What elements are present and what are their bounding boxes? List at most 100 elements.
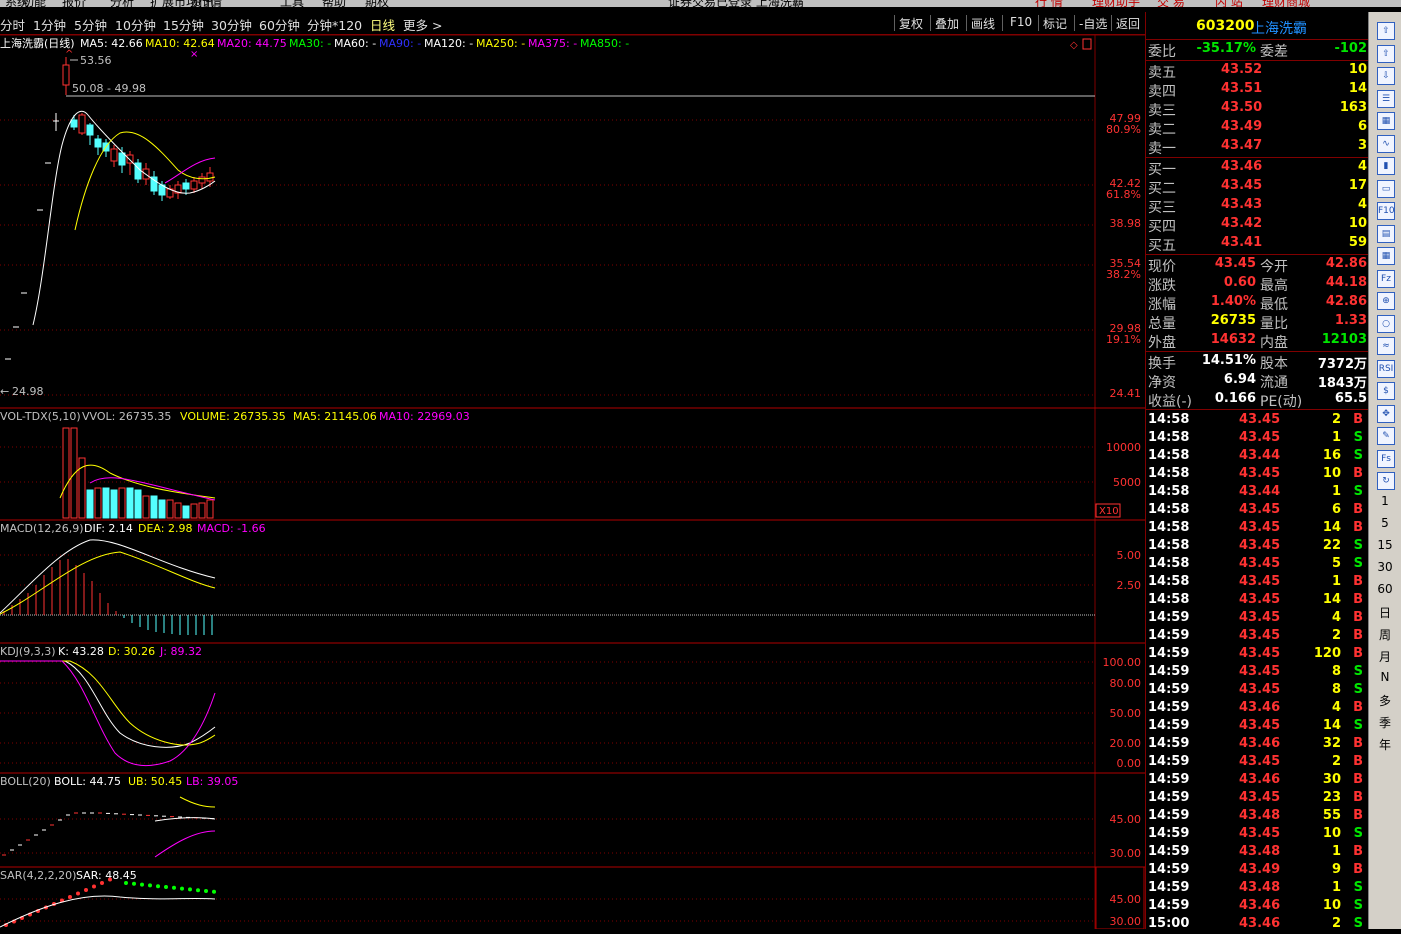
top-right-button[interactable]: 理财助手 [1092,0,1140,7]
toolbar-button[interactable]: F10 [1010,15,1032,29]
tick-volume: 14 [1322,520,1341,535]
down-arrow-icon[interactable]: ⇩ [1377,67,1395,85]
tick-volume: 10 [1322,898,1341,913]
tick-row: 14:58 43.44 16 S [1146,448,1369,466]
top-right-button[interactable]: 理财商城 [1262,0,1310,7]
sell-row[interactable]: 卖四 43.51 14 [1146,81,1369,100]
menu-item[interactable]: 功能 [22,0,46,7]
fz-icon[interactable]: Fz [1377,269,1395,288]
f10-icon[interactable]: F10 [1377,202,1395,220]
period-shortcut-button[interactable]: 日 [1374,604,1396,622]
stat-label: 收益(-) [1148,394,1192,410]
move-icon[interactable]: ✥ [1377,404,1395,423]
menu-item[interactable]: 分析 [110,0,134,7]
line-chart-icon[interactable]: ∿ [1377,134,1395,153]
sar-panel-title: SAR(4,2,2,20) [0,869,76,882]
menu-item[interactable]: 资讯 [190,0,214,7]
list-icon[interactable]: ☰ [1377,89,1395,108]
boll-ub-line [179,796,216,808]
top-right-button[interactable]: 交 易 [1157,0,1185,7]
tick-time: 14:59 [1148,862,1190,877]
book-label: 买三 [1148,200,1176,216]
tick-side: S [1353,898,1363,913]
period-shortcut-button[interactable]: 60 [1374,582,1396,600]
buy-row[interactable]: 买四 43.42 10 [1146,216,1369,235]
pct-axis-label: 80.9% [1106,123,1141,136]
fs-icon[interactable]: Fs [1377,449,1395,468]
period-tab[interactable]: 更多 > [403,15,442,34]
tick-side: S [1353,538,1363,553]
toolbar-button[interactable]: -自选 [1079,15,1107,32]
window-icon[interactable]: ▭ [1377,179,1395,198]
period-tab[interactable]: 日线 [370,15,395,34]
tick-price: 43.46 [1239,898,1281,913]
tick-volume: 9 [1331,862,1341,877]
buy-row[interactable]: 买二 43.45 17 [1146,178,1369,197]
toolbar-button[interactable]: 返回 [1116,15,1140,32]
calendar-icon[interactable]: ▦ [1377,247,1395,265]
tick-time: 14:58 [1148,502,1190,517]
period-shortcut-button[interactable]: 年 [1374,736,1396,754]
period-tab[interactable]: 分时 [0,15,25,34]
tick-price: 43.49 [1239,862,1281,877]
period-shortcut-button[interactable]: 多 [1374,692,1396,710]
tick-price: 43.45 [1239,538,1281,553]
buy-row[interactable]: 买一 43.46 4 [1146,159,1369,178]
tick-side: S [1353,826,1363,841]
period-shortcut-button[interactable]: 5 [1374,516,1396,534]
toolbar-button[interactable]: 画线 [971,15,995,32]
top-right-button[interactable]: 内 站 [1215,0,1243,7]
menu-item[interactable]: 帮助 [322,0,346,7]
menu-item[interactable]: 报价 [62,0,86,7]
rsi-icon[interactable]: RSI [1377,359,1395,378]
tick-volume: 1 [1331,574,1341,589]
tick-time: 14:59 [1148,664,1190,679]
period-tab[interactable]: 5分钟 [74,15,107,34]
tick-price: 43.45 [1239,520,1281,535]
up-arrow-icon[interactable]: ⇧ [1377,44,1395,63]
wave-icon[interactable]: ≈ [1377,337,1395,355]
tick-row: 14:58 43.45 5 S [1146,556,1369,574]
period-tab[interactable]: 1分钟 [33,15,66,34]
macd-axis-label: 5.00 [1117,549,1142,562]
period-tab[interactable]: 15分钟 [163,15,204,34]
sell-row[interactable]: 卖一 43.47 3 [1146,138,1369,157]
pen-icon[interactable]: ✎ [1377,427,1395,445]
period-shortcut-button[interactable]: 季 [1374,714,1396,732]
dollar-icon[interactable]: $ [1377,382,1395,400]
grid-icon[interactable]: ▦ [1377,112,1395,130]
period-shortcut-button[interactable]: N [1374,670,1396,688]
period-tab[interactable]: 10分钟 [115,15,156,34]
top-right-button[interactable]: 行 情 [1035,0,1063,7]
menu-item[interactable]: 期权 [365,0,389,7]
buy-row[interactable]: 买三 43.43 4 [1146,197,1369,216]
refresh-icon[interactable]: ↻ [1377,472,1395,490]
period-shortcut-button[interactable]: 月 [1374,648,1396,666]
toolbar-button[interactable]: 标记 [1043,15,1067,32]
candle-icon[interactable]: ▮ [1377,157,1395,175]
sell-row[interactable]: 卖二 43.49 6 [1146,119,1369,138]
kline-chart-area[interactable]: 上海洗霸(日线) MA5: 42.66 MA10: 42.64 MA20: 44.75… [0,34,1145,930]
tick-side: S [1353,484,1363,499]
menu-item[interactable]: 工具 [280,0,304,7]
toolbar-button[interactable]: 叠加 [935,15,959,32]
zoom-icon[interactable]: ⊕ [1377,292,1395,310]
toolbar-button[interactable]: 复权 [899,15,923,32]
stat-label: 净资 [1148,375,1176,391]
buy-row[interactable]: 买五 43.41 59 [1146,235,1369,254]
period-shortcut-button[interactable]: 15 [1374,538,1396,556]
period-tab[interactable]: 60分钟 [259,15,300,34]
sell-row[interactable]: 卖三 43.50 163 [1146,100,1369,119]
period-shortcut-button[interactable]: 30 [1374,560,1396,578]
period-tab[interactable]: 30分钟 [211,15,252,34]
period-shortcut-button[interactable]: 1 [1374,494,1396,512]
period-shortcut-button[interactable]: 周 [1374,626,1396,644]
up-arrow-icon[interactable]: ⇧ [1377,22,1395,40]
tick-volume: 1 [1331,430,1341,445]
doc-icon[interactable]: ▤ [1377,224,1395,243]
sell-row[interactable]: 卖五 43.52 10 [1146,62,1369,81]
window-icon[interactable] [1082,38,1092,50]
circle-icon[interactable]: ○ [1377,314,1395,333]
candle-body [206,172,214,182]
period-tab[interactable]: 分钟*120 [307,15,362,34]
